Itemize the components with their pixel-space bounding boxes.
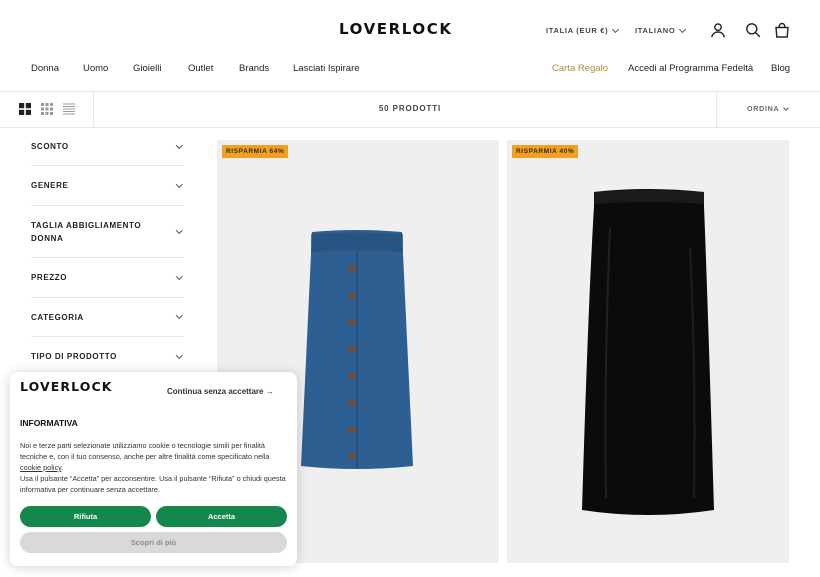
product-image[interactable] <box>580 188 716 518</box>
filter-taglia[interactable]: TAGLIA ABBIGLIAMENTO DONNA <box>31 206 184 258</box>
collection-toolbar: 50 PRODOTTI ORDINA <box>0 92 820 128</box>
cookie-consent-banner: LOVERLOCK Continua senza accettare → INF… <box>10 372 297 566</box>
chevron-down-icon <box>175 312 182 319</box>
nav-gift-card[interactable]: Carta Regalo <box>552 63 608 74</box>
chevron-down-icon <box>175 351 182 359</box>
nav-brands[interactable]: Brands <box>239 63 269 74</box>
chevron-down-icon <box>175 180 182 188</box>
accept-button[interactable]: Accetta <box>156 506 287 527</box>
filter-sidebar: SCONTO GENERE TAGLIA ABBIGLIAMENTO DONNA… <box>31 128 184 376</box>
filter-genere[interactable]: GENERE <box>31 166 184 206</box>
nav-lasciati-ispirare[interactable]: Lasciati Ispirare <box>293 63 360 74</box>
discount-badge: RISPARMIA 40% <box>512 145 579 158</box>
chevron-down-icon <box>175 141 182 149</box>
banner-text: Noi e terze parti selezionate utilizziam… <box>20 441 286 494</box>
reject-button[interactable]: Rifiuta <box>20 506 151 527</box>
nav-loyalty-program[interactable]: Accedi al Programma Fedeltà <box>628 63 753 74</box>
sort-dropdown[interactable]: ORDINA <box>716 92 820 128</box>
chevron-down-icon <box>175 226 182 234</box>
chevron-down-icon <box>679 25 687 33</box>
filter-prezzo[interactable]: PREZZO <box>31 258 184 298</box>
learn-more-button[interactable]: Scopri di più <box>20 532 287 553</box>
continue-without-accepting-link[interactable]: Continua senza accettare → <box>167 387 274 396</box>
chevron-down-icon <box>783 105 790 111</box>
search-icon[interactable] <box>745 22 761 38</box>
product-image[interactable] <box>297 230 417 470</box>
bag-icon[interactable] <box>774 22 790 38</box>
banner-title: INFORMATIVA <box>20 418 78 428</box>
banner-logo: LOVERLOCK <box>20 379 113 394</box>
account-icon[interactable] <box>710 22 726 38</box>
cookie-policy-link[interactable]: cookie policy <box>20 463 61 472</box>
product-count: 50 PRODOTTI <box>378 104 442 113</box>
nav-donna[interactable]: Donna <box>31 63 59 74</box>
product-card[interactable]: RISPARMIA 40% <box>507 140 789 563</box>
nav-outlet[interactable]: Outlet <box>188 63 213 74</box>
discount-badge: RISPARMIA 64% <box>222 145 289 158</box>
nav-uomo[interactable]: Uomo <box>83 63 108 74</box>
filter-sconto[interactable]: SCONTO <box>31 128 184 166</box>
chevron-down-icon <box>612 25 620 33</box>
country-selector[interactable]: ITALIA (EUR €) <box>546 25 620 35</box>
chevron-down-icon <box>175 272 182 280</box>
sort-label: ORDINA <box>747 106 780 113</box>
nav-gioielli[interactable]: Gioielli <box>133 63 162 74</box>
language-selector[interactable]: ITALIANO <box>635 25 687 35</box>
filter-categoria[interactable]: CATEGORIA <box>31 298 184 337</box>
nav-blog[interactable]: Blog <box>771 63 790 74</box>
site-logo[interactable]: LOVERLOCK <box>339 20 453 38</box>
language-label: ITALIANO <box>635 26 676 35</box>
filter-tipo-prodotto[interactable]: TIPO DI PRODOTTO <box>31 337 184 376</box>
country-label: ITALIA (EUR €) <box>546 26 609 35</box>
site-header: LOVERLOCK ITALIA (EUR €) ITALIANO Donna … <box>0 0 820 92</box>
